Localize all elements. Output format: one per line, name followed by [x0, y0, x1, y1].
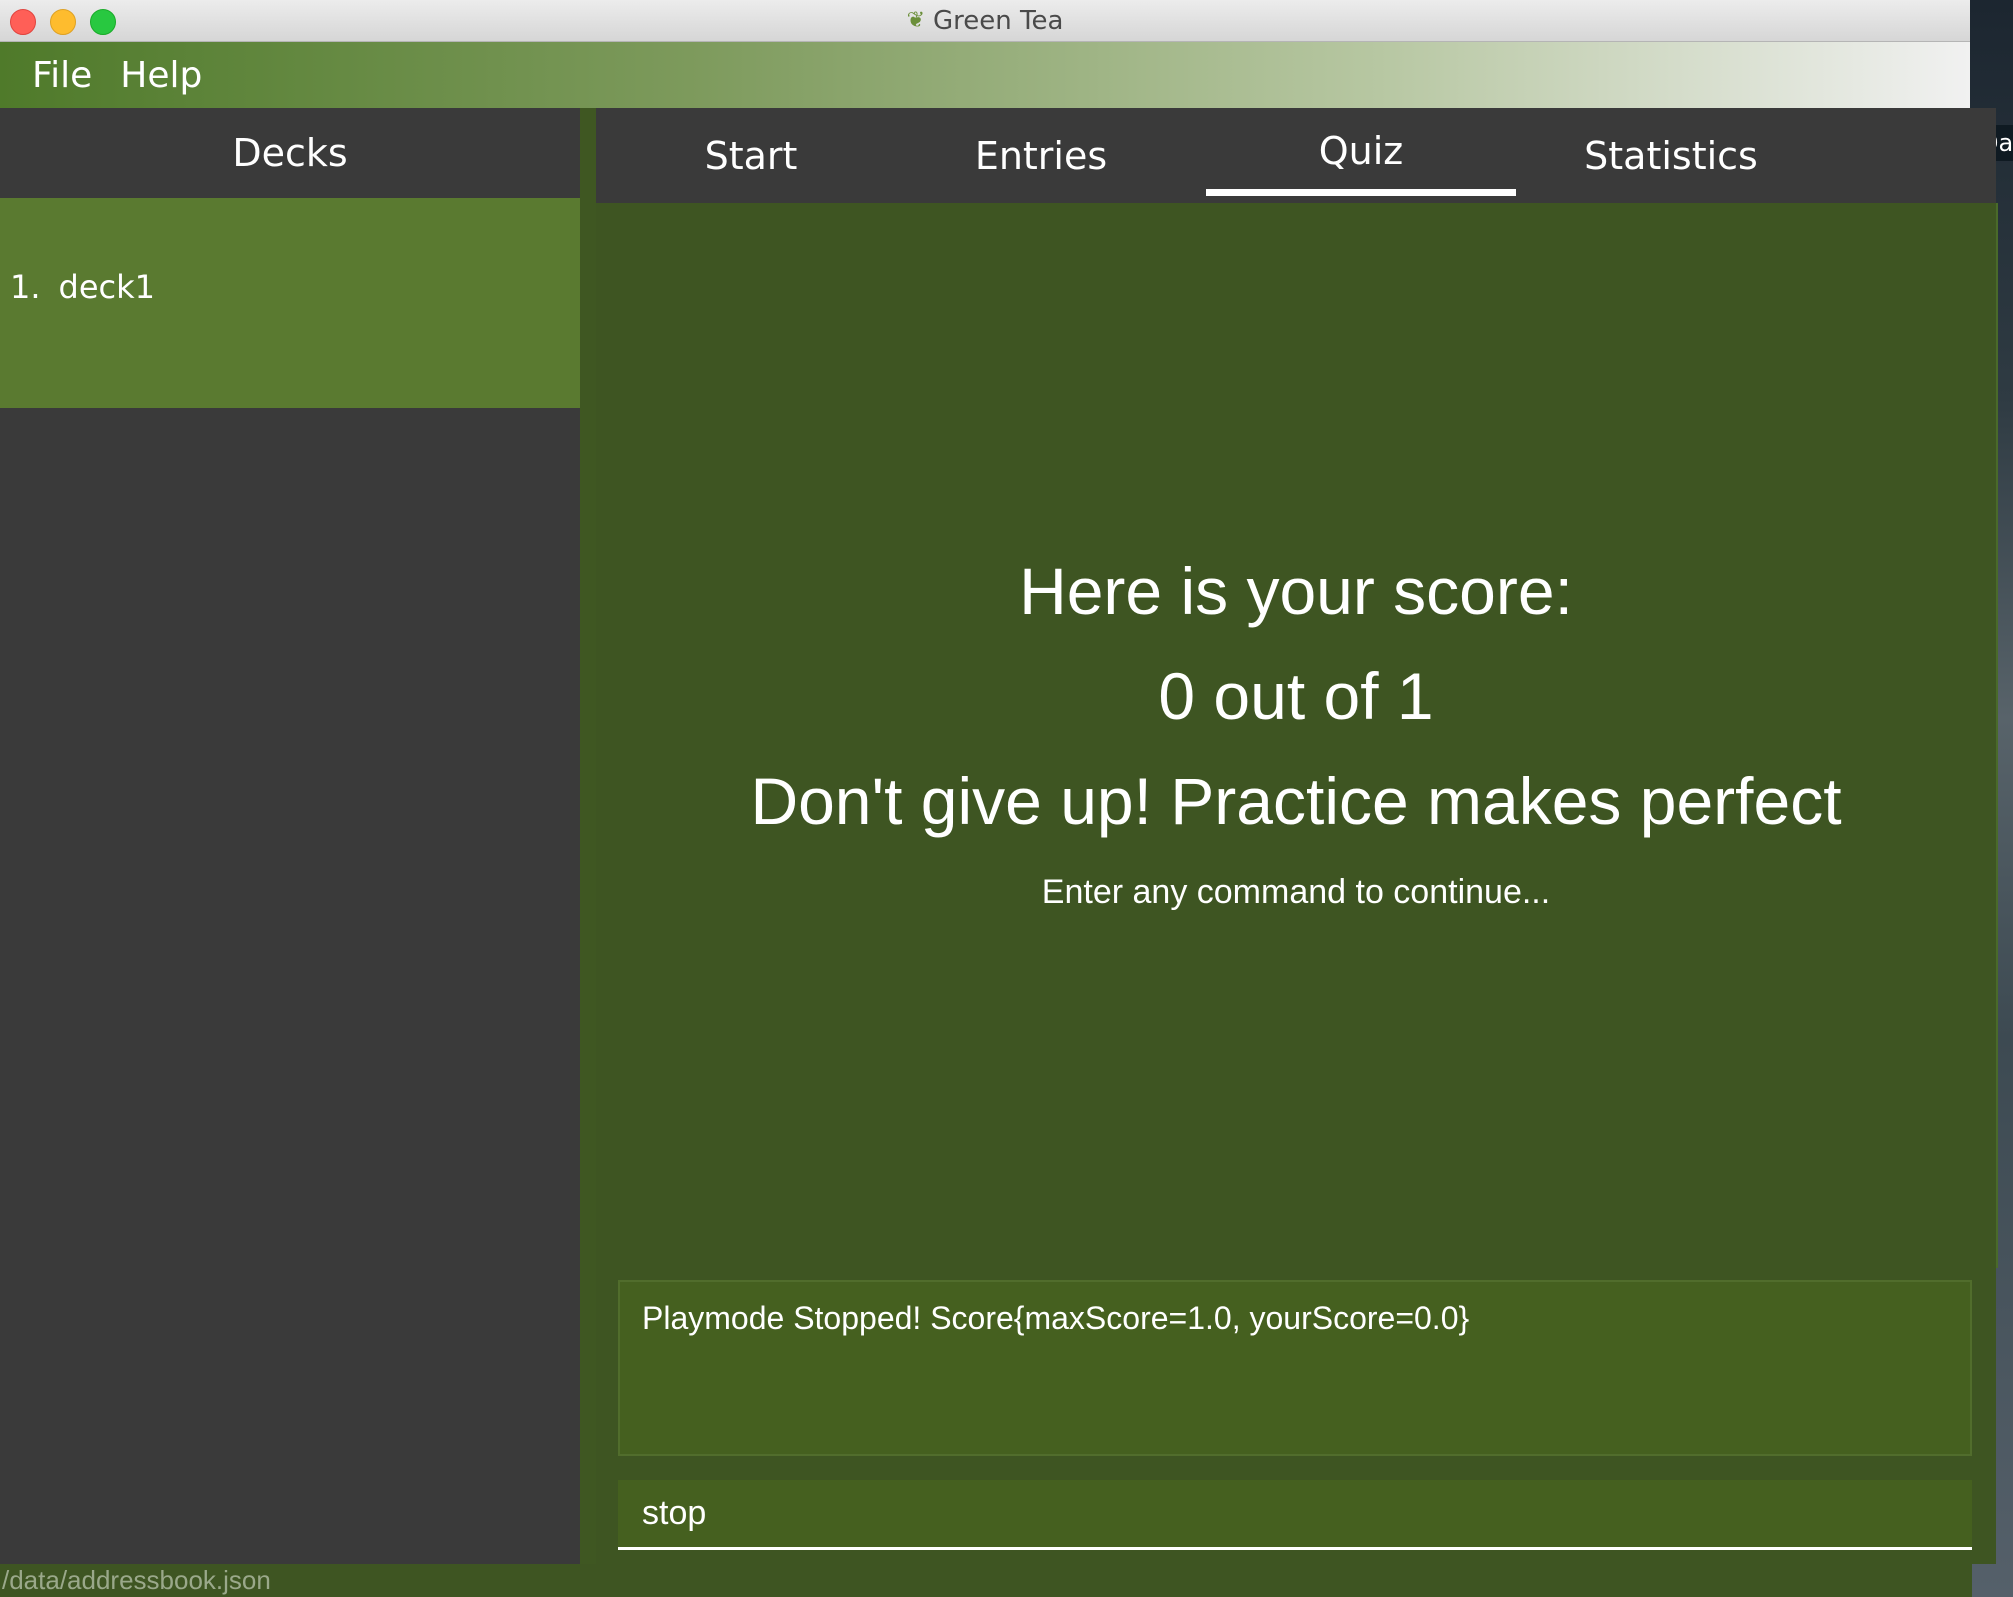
command-input[interactable]: stop [618, 1480, 1972, 1550]
tab-quiz-label: Quiz [1318, 129, 1404, 173]
decks-header: Decks [0, 108, 580, 198]
main-panel: Start Entries Quiz Statistics Here is yo… [596, 108, 1998, 1564]
status-bar-path: /data/addressbook.json [0, 1564, 1972, 1597]
score-value: 0 out of 1 [1158, 659, 1434, 733]
continue-prompt: Enter any command to continue... [1041, 873, 1551, 911]
tab-quiz[interactable]: Quiz [1206, 108, 1516, 196]
tab-start-label: Start [704, 133, 798, 178]
menu-bar: File Help [0, 42, 1970, 108]
menu-help[interactable]: Help [112, 55, 222, 96]
window-title-group: ❦ Green Tea [0, 0, 1970, 41]
tab-entries-label: Entries [974, 133, 1108, 178]
result-display: Playmode Stopped! Score{maxScore=1.0, yo… [618, 1280, 1972, 1456]
window-titlebar: ❦ Green Tea [0, 0, 1970, 42]
tab-statistics-label: Statistics [1584, 133, 1758, 178]
tab-statistics[interactable]: Statistics [1516, 108, 1826, 203]
encouragement-message: Don't give up! Practice makes perfect [750, 764, 1842, 838]
leaf-icon: ❦ [906, 8, 926, 33]
deck-list-item[interactable]: 1. deck1 [0, 198, 580, 408]
panel-divider[interactable] [580, 108, 596, 1564]
tab-entries[interactable]: Entries [886, 108, 1196, 203]
score-heading: Here is your score: [1019, 554, 1573, 628]
menu-file[interactable]: File [0, 55, 112, 96]
tab-start[interactable]: Start [596, 108, 906, 203]
window-title: Green Tea [933, 5, 1064, 36]
tab-bar: Start Entries Quiz Statistics [596, 108, 1996, 203]
deck-sidebar: Decks 1. deck1 [0, 108, 580, 1564]
deck-index: 1. [10, 268, 41, 306]
quiz-result-view: Here is your score: 0 out of 1 Don't giv… [596, 203, 1998, 1268]
deck-name: deck1 [58, 268, 156, 306]
